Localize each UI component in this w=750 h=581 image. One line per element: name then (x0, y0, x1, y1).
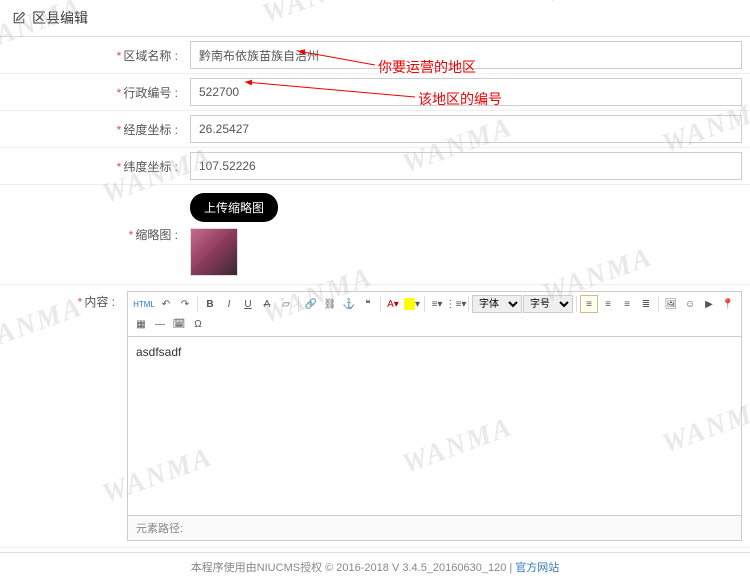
toolbar-html-button[interactable]: HTML (132, 295, 156, 313)
field-latitude: *纬度坐标 : (0, 148, 750, 185)
field-longitude: *经度坐标 : (0, 111, 750, 148)
toolbar-ol-button[interactable]: ≡▾ (428, 295, 446, 313)
input-latitude[interactable] (190, 152, 742, 180)
toolbar-separator (468, 296, 469, 312)
page-footer: 本程序使用由NIUCMS授权 © 2016-2018 V 3.4.5_20160… (0, 552, 750, 581)
toolbar-forecolor-button[interactable]: A▾ (384, 295, 402, 313)
input-longitude[interactable] (190, 115, 742, 143)
toolbar-unlink-button[interactable]: ⛓ (321, 295, 339, 313)
toolbar-align-right-button[interactable]: ≡ (618, 295, 636, 313)
form-area: *区域名称 : *行政编号 : *经度坐标 : *纬度坐标 : *缩略图 : 上… (0, 37, 750, 548)
toolbar-anchor-button[interactable]: ⚓ (340, 295, 358, 313)
page-title: 区县编辑 (32, 8, 88, 28)
toolbar-backcolor-button[interactable]: ▾ (403, 295, 421, 313)
field-content: *内容 : HTML ↶ ↷ B I U A ▱ 🔗 ⛓ ⚓ ❝ (0, 285, 750, 548)
label-region-name: *区域名称 : (0, 47, 190, 64)
editor-body[interactable]: asdfsadf (127, 336, 742, 516)
toolbar-date-button[interactable]: 🗓 (170, 315, 188, 333)
toolbar-italic-button[interactable]: I (220, 295, 238, 313)
toolbar-video-button[interactable]: ▶ (700, 295, 718, 313)
toolbar-bold-button[interactable]: B (201, 295, 219, 313)
label-latitude: *纬度坐标 : (0, 158, 190, 175)
toolbar-ul-button[interactable]: ⋮≡▾ (447, 295, 465, 313)
footer-text: 本程序使用由NIUCMS授权 © 2016-2018 V 3.4.5_20160… (191, 562, 516, 574)
toolbar-undo-button[interactable]: ↶ (157, 295, 175, 313)
toolbar-emoji-button[interactable]: ☺ (681, 295, 699, 313)
upload-thumbnail-button[interactable]: 上传缩略图 (190, 193, 278, 222)
editor-toolbar: HTML ↶ ↷ B I U A ▱ 🔗 ⛓ ⚓ ❝ A▾ ▾ (127, 291, 742, 336)
toolbar-link-button[interactable]: 🔗 (302, 295, 320, 313)
label-thumbnail: *缩略图 : (0, 226, 190, 243)
toolbar-separator (658, 296, 659, 312)
toolbar-hr-button[interactable]: — (151, 315, 169, 333)
thumbnail-preview[interactable] (190, 228, 238, 276)
toolbar-redo-button[interactable]: ↷ (176, 295, 194, 313)
toolbar-separator (576, 296, 577, 312)
editor-path: 元素路径: (127, 516, 742, 541)
toolbar-align-center-button[interactable]: ≡ (599, 295, 617, 313)
toolbar-align-left-button[interactable]: ≡ (580, 295, 598, 313)
toolbar-font-size-select[interactable]: 字号 (523, 295, 573, 313)
toolbar-eraser-button[interactable]: ▱ (277, 295, 295, 313)
footer-link[interactable]: 官方网站 (515, 562, 559, 574)
toolbar-align-justify-button[interactable]: ≣ (637, 295, 655, 313)
annotation-region: 你要运营的地区 (378, 57, 476, 77)
label-longitude: *经度坐标 : (0, 121, 190, 138)
toolbar-separator (424, 296, 425, 312)
toolbar-quote-button[interactable]: ❝ (359, 295, 377, 313)
toolbar-underline-button[interactable]: U (239, 295, 257, 313)
toolbar-font-family-select[interactable]: 字体 (472, 295, 522, 313)
label-content: *内容 : (0, 285, 127, 310)
toolbar-table-button[interactable]: ▦ (132, 315, 150, 333)
edit-icon (12, 11, 26, 25)
toolbar-separator (298, 296, 299, 312)
toolbar-strike-button[interactable]: A (258, 295, 276, 313)
label-admin-code: *行政编号 : (0, 84, 190, 101)
toolbar-separator (197, 296, 198, 312)
page-header: 区县编辑 (0, 0, 750, 37)
field-thumbnail: *缩略图 : 上传缩略图 (0, 185, 750, 285)
toolbar-special-button[interactable]: Ω (189, 315, 207, 333)
toolbar-separator (380, 296, 381, 312)
field-admin-code: *行政编号 : (0, 74, 750, 111)
toolbar-map-button[interactable]: 📍 (719, 295, 737, 313)
toolbar-image-button[interactable]: 🖼 (662, 295, 680, 313)
field-region-name: *区域名称 : (0, 37, 750, 74)
annotation-code: 该地区的编号 (418, 89, 502, 109)
